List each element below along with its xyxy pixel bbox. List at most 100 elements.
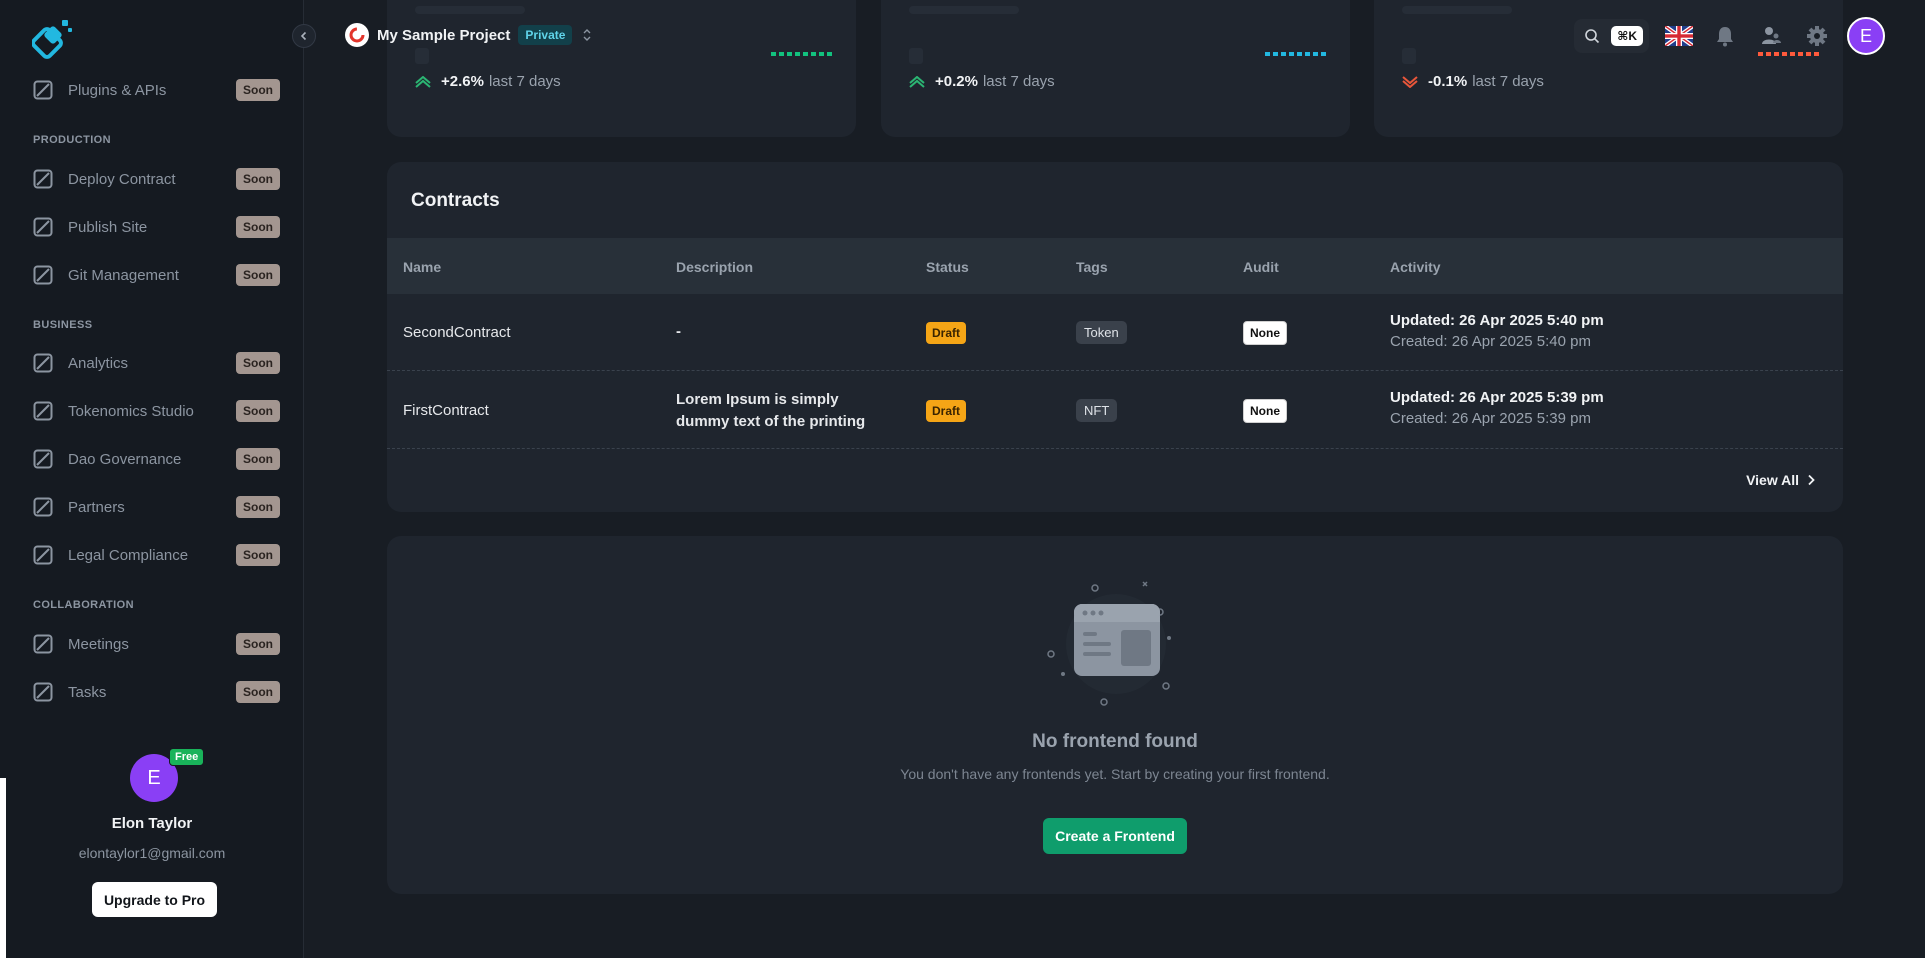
chevron-left-icon [300,31,307,41]
disabled-slash-icon [32,633,54,655]
stat-label-placeholder [1402,6,1512,14]
stat-trend: +2.6% last 7 days [415,73,561,90]
sidebar-item-publish-site[interactable]: Publish Site Soon [32,212,280,242]
disabled-slash-icon [32,79,54,101]
view-all-link[interactable]: View All [1746,472,1815,488]
trend-up-icon [909,75,925,88]
sidebar-item-label: Meetings [68,635,129,653]
activity-cell: Updated: 26 Apr 2025 5:40 pm Created: 26… [1390,312,1604,350]
frontend-card: No frontend found You don't have any fro… [387,536,1843,894]
sidebar-item-deploy-contract[interactable]: Deploy Contract Soon [32,164,280,194]
notifications-button[interactable] [1709,20,1741,52]
column-header-activity: Activity [1390,259,1441,275]
sidebar-item-git-management[interactable]: Git Management Soon [32,260,280,290]
stat-card-1: +2.6% last 7 days [387,0,856,137]
column-header-status: Status [926,259,969,275]
upgrade-to-pro-button[interactable]: Upgrade to Pro [92,882,217,917]
sidebar-item-label: Tokenomics Studio [68,402,194,420]
create-frontend-button[interactable]: Create a Frontend [1043,818,1187,854]
sidebar-item-label: Partners [68,498,125,516]
sidebar-item-meetings[interactable]: Meetings Soon [32,629,280,659]
contract-name[interactable]: FirstContract [403,402,489,419]
sidebar-item-label: Plugins & APIs [68,81,167,99]
soon-badge: Soon [236,633,280,655]
sidebar: Plugins & APIs Soon PRODUCTION Deploy Co… [0,0,304,958]
empty-browser-illustration-icon [1041,574,1191,714]
uk-flag-icon [1665,26,1693,46]
empty-state-title: No frontend found [1032,731,1198,752]
contract-description: - [676,323,681,340]
sidebar-item-label: Dao Governance [68,450,182,468]
trend-caption: last 7 days [982,73,1055,90]
disabled-slash-icon [32,544,54,566]
sidebar-item-label: Git Management [68,266,179,284]
trend-value: -0.1% [1428,73,1468,90]
activity-updated: Updated: 26 Apr 2025 5:40 pm [1390,312,1604,329]
section-title-collaboration: COLLABORATION [33,599,134,611]
sidebar-item-tasks[interactable]: Tasks Soon [32,677,280,707]
users-icon [1762,27,1781,44]
chevron-up-down-icon [582,28,592,42]
disabled-slash-icon [32,352,54,374]
section-title-business: BUSINESS [33,319,93,331]
stat-value-placeholder [415,48,429,64]
tag-badge: NFT [1076,399,1118,422]
soon-badge: Soon [236,400,280,422]
contract-name[interactable]: SecondContract [403,324,511,341]
trend-value: +2.6% [441,73,484,90]
stat-value-placeholder [909,48,923,64]
column-header-name: Name [403,259,442,275]
trend-down-icon [1402,75,1418,88]
bell-icon [1717,27,1733,47]
collapse-sidebar-button[interactable] [292,24,316,48]
project-logo-icon [345,23,369,47]
audit-badge: None [1243,321,1287,345]
disabled-slash-icon [32,168,54,190]
sidebar-item-tokenomics-studio[interactable]: Tokenomics Studio Soon [32,396,280,426]
activity-updated: Updated: 26 Apr 2025 5:39 pm [1390,389,1604,406]
disabled-slash-icon [32,448,54,470]
stat-label-placeholder [909,6,1019,14]
sidebar-item-label: Legal Compliance [68,546,189,564]
chevron-right-icon [1808,474,1815,486]
disabled-slash-icon [32,264,54,286]
project-switcher[interactable]: My Sample Project Private [345,22,592,48]
disabled-slash-icon [32,681,54,703]
search-shortcut: ⌘K [1611,26,1643,46]
stat-trend: +0.2% last 7 days [909,73,1055,90]
status-badge: Draft [926,400,967,422]
section-title-production: PRODUCTION [33,134,111,146]
activity-cell: Updated: 26 Apr 2025 5:39 pm Created: 26… [1390,389,1604,427]
profile-email: elontaylor1@gmail.com [78,845,226,861]
search-button[interactable]: ⌘K [1574,19,1649,53]
table-row[interactable]: FirstContract Lorem Ipsum is simply dumm… [387,372,1843,449]
trend-up-icon [415,75,431,88]
contract-description: Lorem Ipsum is simply dummy text of the … [676,391,866,430]
soon-badge: Soon [236,544,280,566]
topbar-actions: ⌘K E [1574,17,1885,55]
column-header-audit: Audit [1243,259,1279,275]
language-button[interactable] [1663,20,1695,52]
trend-caption: last 7 days [1472,73,1544,90]
soon-badge: Soon [236,264,280,286]
activity-created: Created: 26 Apr 2025 5:39 pm [1390,410,1591,427]
disabled-slash-icon [32,496,54,518]
team-button[interactable] [1755,20,1787,52]
sidebar-item-plugins-apis[interactable]: Plugins & APIs Soon [32,75,280,105]
sidebar-edge-strip [0,778,6,958]
soon-badge: Soon [236,79,280,101]
sidebar-item-dao-governance[interactable]: Dao Governance Soon [32,444,280,474]
visibility-badge: Private [518,25,573,45]
settings-button[interactable] [1801,20,1833,52]
stat-mini-chart [1265,32,1326,56]
sidebar-item-legal-compliance[interactable]: Legal Compliance Soon [32,540,280,570]
sidebar-item-analytics[interactable]: Analytics Soon [32,348,280,378]
brand-logo-icon[interactable] [31,18,76,62]
soon-badge: Soon [236,216,280,238]
sidebar-item-partners[interactable]: Partners Soon [32,492,280,522]
user-avatar[interactable]: E [1847,17,1885,55]
sidebar-item-label: Tasks [68,683,107,701]
contracts-title: Contracts [411,190,500,211]
soon-badge: Soon [236,168,280,190]
table-row[interactable]: SecondContract - Draft Token None Update… [387,294,1843,371]
